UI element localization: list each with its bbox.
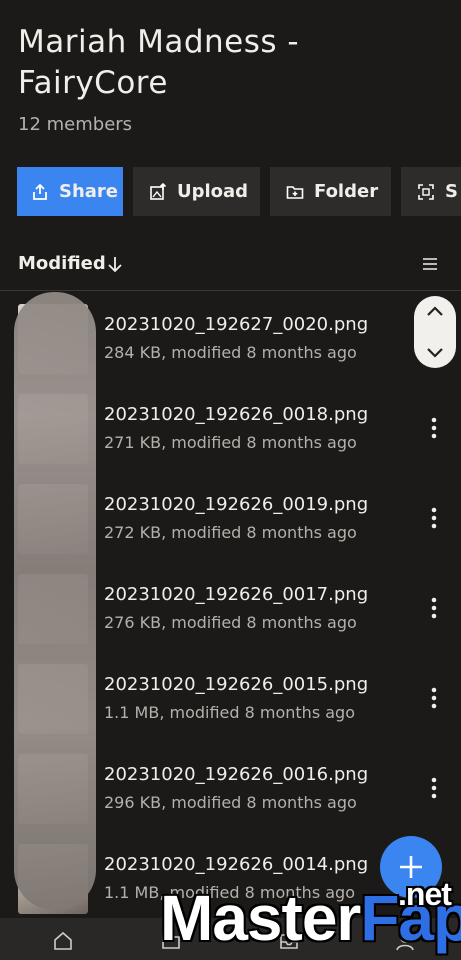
new-folder-button[interactable]: Folder xyxy=(270,167,391,216)
upload-button[interactable]: Upload xyxy=(133,167,260,216)
file-meta: 284 KB, modified 8 months ago xyxy=(104,343,357,362)
file-meta: 296 KB, modified 8 months ago xyxy=(104,793,357,812)
more-vertical-icon[interactable] xyxy=(424,506,444,530)
scan-button-label: S xyxy=(445,181,458,202)
share-button[interactable]: Share xyxy=(17,167,123,216)
sort-bar: Modified xyxy=(0,240,461,291)
blurred-thumbnail-overlay xyxy=(14,292,96,910)
file-name: 20231020_192627_0020.png xyxy=(104,314,369,335)
action-toolbar: Share Upload Folder S xyxy=(17,167,461,216)
scroll-up-down-icon xyxy=(427,306,443,358)
image-upload-icon xyxy=(150,182,167,200)
file-name: 20231020_192626_0018.png xyxy=(104,404,369,425)
file-meta: 1.1 MB, modified 8 months ago xyxy=(104,703,355,722)
more-vertical-icon[interactable] xyxy=(424,776,444,800)
page-title: Mariah Madness - FairyCore xyxy=(18,24,300,101)
more-vertical-icon[interactable] xyxy=(424,596,444,620)
upload-button-label: Upload xyxy=(177,181,249,202)
more-vertical-icon[interactable] xyxy=(424,686,444,710)
scan-button[interactable]: S xyxy=(401,167,461,216)
file-meta: 271 KB, modified 8 months ago xyxy=(104,433,357,452)
share-button-label: Share xyxy=(59,181,119,202)
file-name: 20231020_192626_0017.png xyxy=(104,584,369,605)
file-name: 20231020_192626_0015.png xyxy=(104,674,369,695)
more-vertical-icon[interactable] xyxy=(424,416,444,440)
file-meta: 272 KB, modified 8 months ago xyxy=(104,523,357,542)
share-upload-icon xyxy=(33,183,47,200)
sort-label[interactable]: Modified xyxy=(18,253,106,274)
folder-plus-icon xyxy=(286,185,304,199)
home-icon[interactable] xyxy=(52,930,74,952)
watermark-tld: .net xyxy=(398,876,452,912)
member-count[interactable]: 12 members xyxy=(18,114,132,135)
list-view-icon[interactable] xyxy=(421,255,439,273)
file-name: 20231020_192626_0019.png xyxy=(104,494,369,515)
file-name: 20231020_192626_0014.png xyxy=(104,854,369,875)
file-name: 20231020_192626_0016.png xyxy=(104,764,369,785)
arrow-down-icon[interactable] xyxy=(106,255,124,273)
scroll-control[interactable] xyxy=(414,296,456,368)
scan-icon xyxy=(418,183,434,200)
watermark-part1: Master xyxy=(160,882,361,954)
file-meta: 276 KB, modified 8 months ago xyxy=(104,613,357,632)
watermark-logo: MasterFap .net xyxy=(160,876,461,954)
folder-button-label: Folder xyxy=(314,181,379,202)
